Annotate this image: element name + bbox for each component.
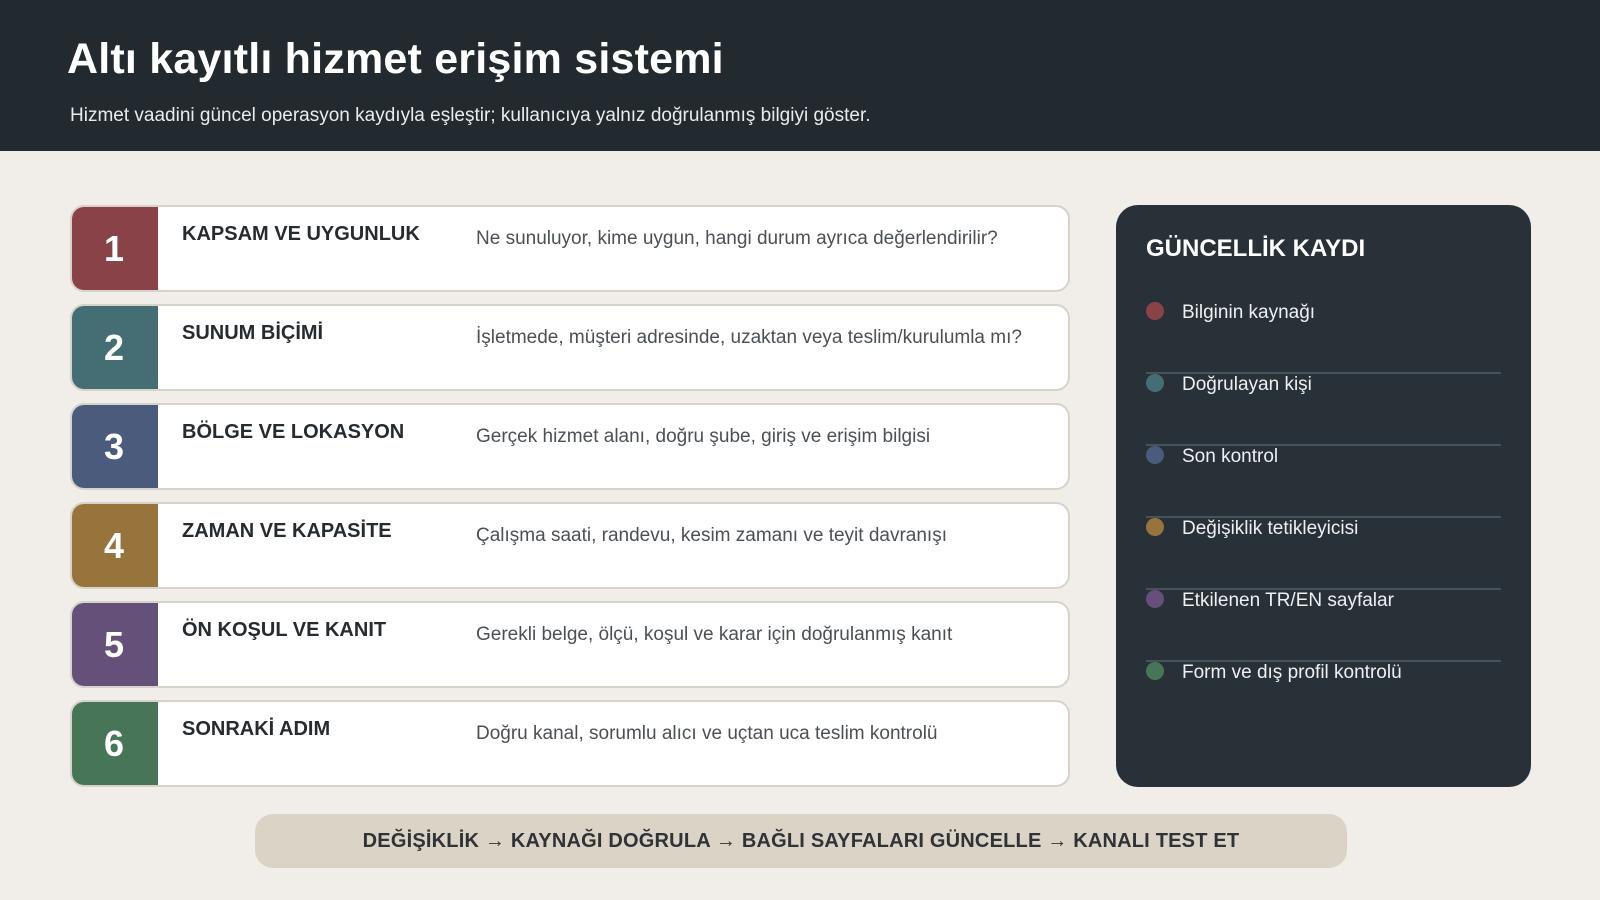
- step-number-badge: 2: [72, 306, 158, 389]
- step-title: ÖN KOŞUL VE KANIT: [182, 619, 387, 641]
- step-title: SUNUM BİÇİMİ: [182, 322, 324, 344]
- panel-item: Bilginin kaynağı: [1146, 302, 1501, 374]
- step-title: BÖLGE VE LOKASYON: [182, 421, 405, 443]
- panel-item: Form ve dış profil kontrolü: [1146, 662, 1501, 734]
- panel-title: GÜNCELLİK KAYDI: [1146, 235, 1366, 262]
- step-description: İşletmede, müşteri adresinde, uzaktan ve…: [476, 327, 1022, 348]
- step-title: ZAMAN VE KAPASİTE: [182, 520, 392, 542]
- step-card-2: 2 SUNUM BİÇİMİ İşletmede, müşteri adresi…: [70, 304, 1070, 391]
- step-number-badge: 1: [72, 207, 158, 290]
- page-subtitle: Hizmet vaadini güncel operasyon kaydıyla…: [70, 105, 871, 126]
- step-description: Doğru kanal, sorumlu alıcı ve uçtan uca …: [476, 723, 938, 744]
- panel-item-label: Etkilenen TR/EN sayfalar: [1182, 590, 1394, 611]
- panel-item-label: Son kontrol: [1182, 446, 1279, 467]
- color-dot-icon: [1146, 446, 1164, 464]
- page-title: Altı kayıtlı hizmet erişim sistemi: [67, 35, 724, 83]
- step-card-3: 3 BÖLGE VE LOKASYON Gerçek hizmet alanı,…: [70, 403, 1070, 490]
- step-card-1: 1 KAPSAM VE UYGUNLUK Ne sunuluyor, kime …: [70, 205, 1070, 292]
- panel-item: Değişiklik tetikleyicisi: [1146, 518, 1501, 590]
- panel-item: Etkilenen TR/EN sayfalar: [1146, 590, 1501, 662]
- step-title: SONRAKİ ADIM: [182, 718, 331, 740]
- step-number-badge: 5: [72, 603, 158, 686]
- workflow-footer: DEĞİŞİKLİK → KAYNAĞI DOĞRULA → BAĞLI SAY…: [255, 814, 1347, 868]
- step-description: Ne sunuluyor, kime uygun, hangi durum ay…: [476, 228, 998, 249]
- step-number-badge: 4: [72, 504, 158, 587]
- step-number-badge: 3: [72, 405, 158, 488]
- step-description: Gerçek hizmet alanı, doğru şube, giriş v…: [476, 426, 931, 447]
- currency-log-panel: GÜNCELLİK KAYDI Bilginin kaynağı Doğrula…: [1116, 205, 1531, 787]
- step-description: Gerekli belge, ölçü, koşul ve karar için…: [476, 624, 953, 645]
- color-dot-icon: [1146, 374, 1164, 392]
- step-card-4: 4 ZAMAN VE KAPASİTE Çalışma saati, rande…: [70, 502, 1070, 589]
- panel-item: Son kontrol: [1146, 446, 1501, 518]
- step-description: Çalışma saati, randevu, kesim zamanı ve …: [476, 525, 947, 546]
- color-dot-icon: [1146, 662, 1164, 680]
- step-card-5: 5 ÖN KOŞUL VE KANIT Gerekli belge, ölçü,…: [70, 601, 1070, 688]
- panel-item-label: Bilginin kaynağı: [1182, 302, 1316, 323]
- workflow-text: DEĞİŞİKLİK → KAYNAĞI DOĞRULA → BAĞLI SAY…: [362, 829, 1240, 852]
- color-dot-icon: [1146, 518, 1164, 536]
- color-dot-icon: [1146, 590, 1164, 608]
- step-title: KAPSAM VE UYGUNLUK: [182, 223, 420, 245]
- header: Altı kayıtlı hizmet erişim sistemi Hizme…: [0, 0, 1600, 151]
- step-number-badge: 6: [72, 702, 158, 785]
- step-card-6: 6 SONRAKİ ADIM Doğru kanal, sorumlu alıc…: [70, 700, 1070, 787]
- panel-item-label: Form ve dış profil kontrolü: [1182, 662, 1402, 683]
- panel-item: Doğrulayan kişi: [1146, 374, 1501, 446]
- color-dot-icon: [1146, 302, 1164, 320]
- panel-item-label: Doğrulayan kişi: [1182, 374, 1312, 395]
- panel-item-label: Değişiklik tetikleyicisi: [1182, 518, 1359, 539]
